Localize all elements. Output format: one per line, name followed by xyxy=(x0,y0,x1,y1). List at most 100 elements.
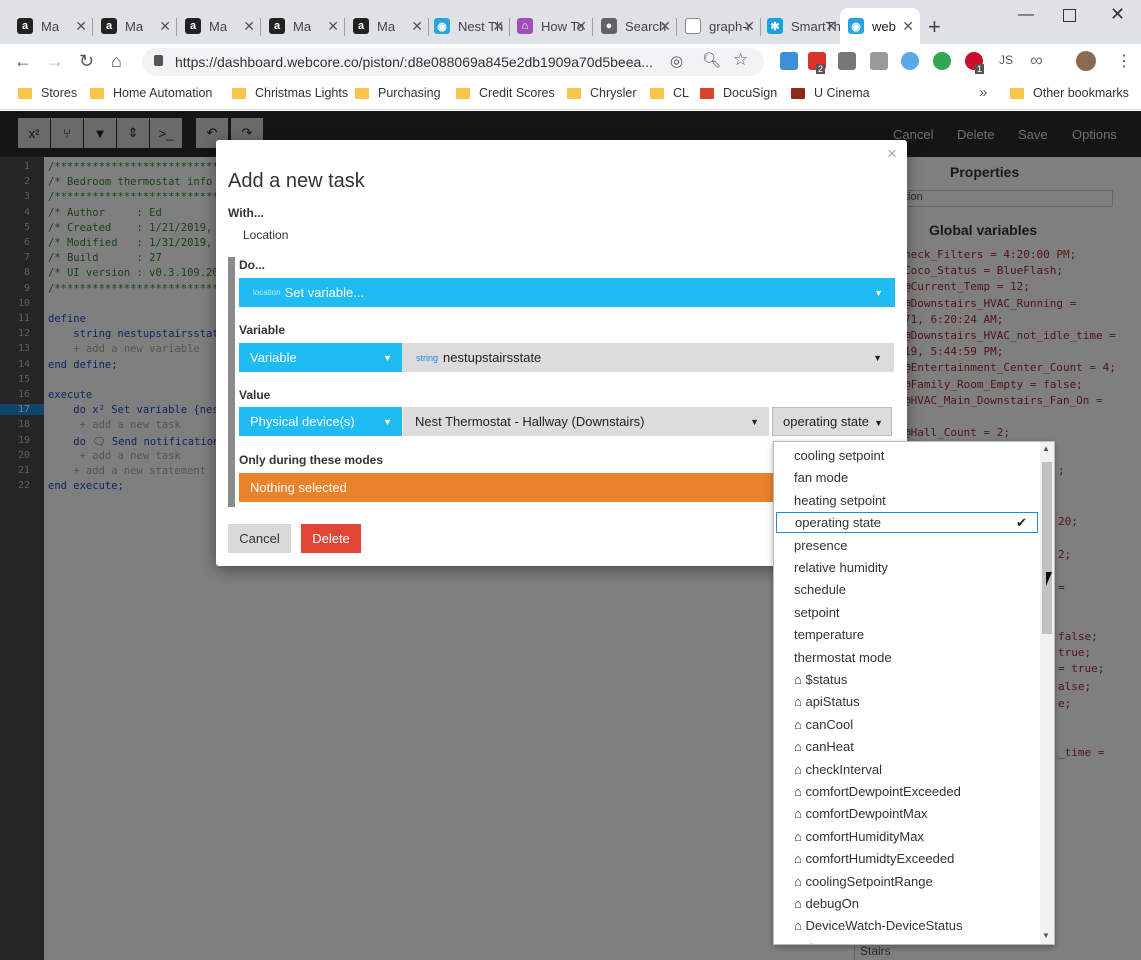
bookmark-item[interactable]: Christmas Lights xyxy=(232,86,348,100)
bookmark-item[interactable]: U Cinema xyxy=(791,86,870,100)
action-select[interactable]: location Set variable... ▼ xyxy=(239,278,895,307)
bookmark-item[interactable]: Chrysler xyxy=(567,86,637,100)
close-tab-icon[interactable]: ✕ xyxy=(743,18,755,35)
close-tab-icon[interactable]: ✕ xyxy=(327,18,339,35)
zoom-icon[interactable]: 🔍︎ xyxy=(702,51,721,69)
dropdown-option[interactable]: operating state ✔ xyxy=(776,512,1038,534)
dropdown-option[interactable]: ⌂ debugOn xyxy=(794,896,859,911)
minimize-icon[interactable]: — xyxy=(1018,6,1034,24)
extension-icon[interactable] xyxy=(870,52,888,70)
dropdown-option[interactable]: ⌂ checkInterval xyxy=(794,762,882,777)
attribute-dropdown-list[interactable]: cooling setpoint fan mode heating setpoint… xyxy=(773,441,1055,945)
avatar[interactable] xyxy=(1076,51,1096,71)
bookmark-item[interactable]: Stores xyxy=(18,86,77,100)
dropdown-option[interactable]: schedule xyxy=(794,582,846,597)
dropdown-option-label: ⌂ checkInterval xyxy=(794,761,883,777)
browser-tab[interactable]: a Ma ✕ xyxy=(177,8,261,44)
bookmark-item[interactable]: Home Automation xyxy=(90,86,212,100)
dropdown-option[interactable]: ⌂ DeviceWatch-DeviceStatus xyxy=(794,918,962,933)
extension-icon[interactable] xyxy=(780,52,798,70)
dialog-cancel-button[interactable]: Cancel xyxy=(228,524,291,553)
cloud-extension-icon[interactable] xyxy=(901,52,919,70)
browser-tab[interactable]: ● Search ✕ xyxy=(593,8,677,44)
dropdown-option[interactable]: cooling setpoint xyxy=(794,448,884,463)
browser-tab[interactable]: a Ma ✕ xyxy=(9,8,93,44)
dropdown-option[interactable]: ⌂ devTypeVer xyxy=(794,941,874,944)
infinity-extension-icon[interactable]: ∞ xyxy=(1030,50,1043,71)
location-icon[interactable]: ◎ xyxy=(670,52,683,70)
dropdown-option[interactable]: ⌂ coolingSetpointRange xyxy=(794,874,933,889)
device-select[interactable]: Nest Thermostat - Hallway (Downstairs) ▼ xyxy=(403,407,769,436)
browser-tab[interactable]: graph-r ✕ xyxy=(677,8,761,44)
forward-icon[interactable]: → xyxy=(46,51,64,72)
close-tab-icon[interactable]: ✕ xyxy=(243,18,255,35)
browser-tab[interactable]: ✱ SmartTh ✕ xyxy=(759,8,843,44)
dropdown-option[interactable]: presence xyxy=(794,538,847,553)
folder-icon xyxy=(456,87,470,99)
js-extension-icon[interactable]: JS xyxy=(999,53,1013,67)
browser-tab[interactable]: a Ma ✕ xyxy=(261,8,345,44)
dropdown-option[interactable]: setpoint xyxy=(794,605,840,620)
attribute-value: operating state xyxy=(783,414,870,429)
modes-select[interactable]: Nothing selected xyxy=(239,473,799,502)
dropdown-option[interactable]: relative humidity xyxy=(794,560,888,575)
more-bookmarks-icon[interactable]: » xyxy=(979,84,987,101)
dropdown-option[interactable]: ⌂ canHeat xyxy=(794,739,854,754)
close-tab-icon[interactable]: ✕ xyxy=(159,18,171,35)
browser-tab[interactable]: a Ma ✕ xyxy=(345,8,429,44)
dropdown-option[interactable]: thermostat mode xyxy=(794,650,892,665)
menu-icon[interactable]: ⋮ xyxy=(1116,51,1132,71)
attribute-select[interactable]: operating state ▼ xyxy=(772,407,892,436)
close-window-icon[interactable]: ✕ xyxy=(1110,4,1125,25)
browser-tab[interactable]: a Ma ✕ xyxy=(93,8,177,44)
home-icon[interactable]: ⌂ xyxy=(111,51,122,72)
bookmark-item[interactable]: Purchasing xyxy=(355,86,441,100)
dropdown-option[interactable]: fan mode xyxy=(794,470,848,485)
task-block-bar xyxy=(228,257,235,507)
dropdown-option[interactable]: ⌂ comfortHumidtyExceeded xyxy=(794,851,954,866)
close-tab-icon[interactable]: ✕ xyxy=(825,18,837,35)
variable-name-select[interactable]: string nestupstairsstate ▼ xyxy=(402,343,894,372)
variable-label: Variable xyxy=(239,323,286,337)
scrollbar-thumb[interactable] xyxy=(1042,462,1052,634)
bookmark-star-icon[interactable]: ☆ xyxy=(733,50,748,70)
close-tab-icon[interactable]: ✕ xyxy=(75,18,87,35)
browser-tab[interactable]: ◉ Nest Th ✕ xyxy=(426,8,510,44)
reload-icon[interactable]: ↻ xyxy=(79,51,94,72)
dropdown-option-label: ⌂ $status xyxy=(794,672,848,687)
scroll-up-icon[interactable]: ▲ xyxy=(1042,444,1050,453)
pen-extension-icon[interactable] xyxy=(838,52,856,70)
browser-tab[interactable]: ◉ web ✕ xyxy=(840,8,920,44)
close-tab-icon[interactable]: ✕ xyxy=(411,18,423,35)
scroll-down-icon[interactable]: ▼ xyxy=(1042,931,1050,940)
bookmark-item[interactable]: CL xyxy=(650,86,689,100)
variable-type-select[interactable]: Variable ▼ xyxy=(239,343,402,372)
close-tab-icon[interactable]: ✕ xyxy=(659,18,671,35)
dropdown-option[interactable]: ⌂ comfortDewpointMax xyxy=(794,806,928,821)
value-type-select[interactable]: Physical device(s) ▼ xyxy=(239,407,402,436)
browser-tab[interactable]: ⌂ How To ✕ xyxy=(509,8,593,44)
other-bookmarks[interactable]: Other bookmarks xyxy=(1010,86,1129,100)
dropdown-option[interactable]: ⌂ $status xyxy=(794,672,847,687)
dropdown-option-label: temperature xyxy=(794,627,865,643)
bookmark-item[interactable]: Credit Scores xyxy=(456,86,555,100)
dialog-delete-button[interactable]: Delete xyxy=(301,524,361,553)
dropdown-option[interactable]: ⌂ comfortHumidityMax xyxy=(794,829,924,844)
dropdown-option[interactable]: temperature xyxy=(794,627,864,642)
green-extension-icon[interactable] xyxy=(933,52,951,70)
dropdown-option[interactable]: heating setpoint xyxy=(794,493,886,508)
new-tab-button[interactable]: + xyxy=(928,14,941,40)
dropdown-option[interactable]: ⌂ apiStatus xyxy=(794,694,860,709)
close-icon[interactable]: × xyxy=(887,144,897,164)
dropdown-option-label: ⌂ devTypeVer xyxy=(794,941,874,944)
close-tab-icon[interactable]: ✕ xyxy=(902,18,914,35)
maximize-icon[interactable] xyxy=(1063,9,1076,22)
dropdown-option[interactable]: ⌂ canCool xyxy=(794,717,853,732)
dropdown-option[interactable]: ⌂ comfortDewpointExceeded xyxy=(794,784,961,799)
dropdown-option-label: ⌂ comfortHumidtyExceeded xyxy=(794,851,955,867)
bookmark-item[interactable]: DocuSign xyxy=(700,86,777,100)
close-tab-icon[interactable]: ✕ xyxy=(575,18,587,35)
close-tab-icon[interactable]: ✕ xyxy=(492,18,504,35)
url-text[interactable]: https://dashboard.webcore.co/piston/:d8e… xyxy=(175,54,653,70)
back-icon[interactable]: ← xyxy=(14,51,32,72)
